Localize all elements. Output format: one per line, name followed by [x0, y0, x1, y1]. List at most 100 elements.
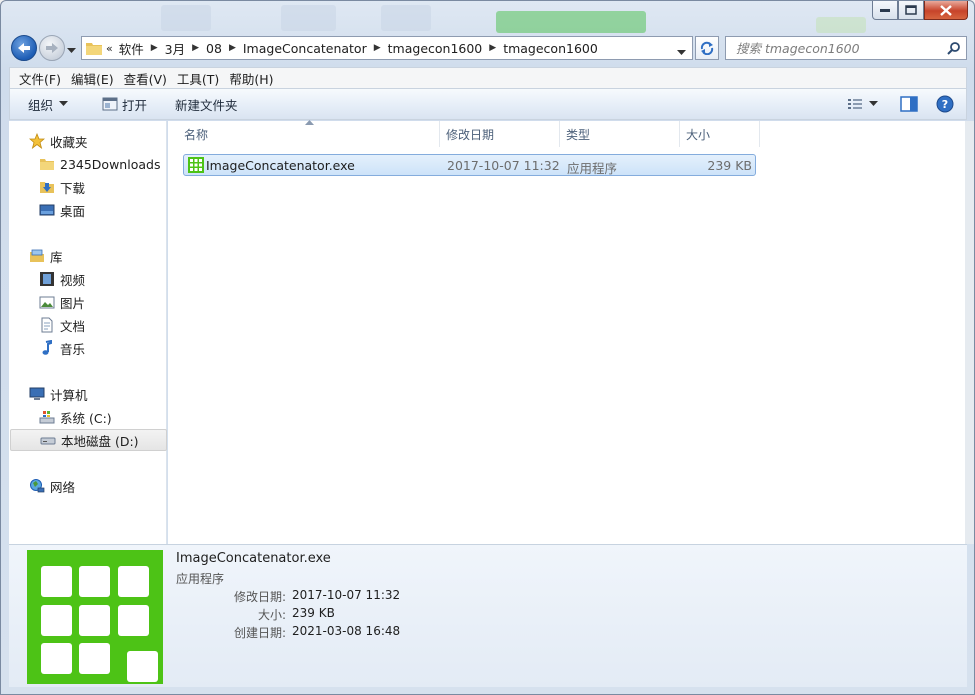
close-button[interactable] [924, 1, 968, 20]
music-note-icon [39, 340, 55, 356]
breadcrumb-item[interactable]: 软件 [119, 39, 144, 58]
nav-music[interactable]: 音乐 [39, 337, 85, 359]
chevron-down-icon [59, 101, 69, 106]
grid-cell [41, 566, 72, 597]
file-list: 名称 修改日期 类型 大小 ImageConcatenator.exe 2017… [168, 120, 967, 544]
nav-documents[interactable]: 文档 [39, 314, 85, 336]
breadcrumb-separator-icon[interactable]: ▶ [229, 43, 236, 53]
app-grid-icon [188, 157, 204, 173]
forward-button[interactable] [39, 35, 65, 61]
nav-label: 网络 [50, 479, 76, 495]
open-app-icon [102, 97, 118, 111]
nav-desktop[interactable]: 桌面 [39, 199, 85, 221]
nav-videos[interactable]: 视频 [39, 268, 85, 290]
background-blur [381, 5, 431, 31]
nav-computer[interactable]: 计算机 [29, 383, 88, 405]
column-header-type[interactable]: 类型 [560, 121, 680, 147]
grid-cell [127, 651, 158, 682]
address-bar[interactable]: « 软件 ▶ 3月 ▶ 08 ▶ ImageConcatenator ▶ tma… [81, 36, 693, 60]
title-bar [1, 1, 974, 33]
search-input[interactable] [736, 40, 936, 56]
minimize-button[interactable] [872, 1, 898, 20]
nav-2345downloads[interactable]: 2345Downloads [39, 153, 160, 175]
refresh-button[interactable] [695, 36, 719, 60]
arrow-left-icon [18, 43, 30, 53]
maximize-button[interactable] [898, 1, 924, 20]
refresh-icon [700, 41, 714, 55]
nav-label: 下载 [60, 180, 86, 196]
window-edge [965, 121, 974, 544]
file-modified: 2017-10-07 11:32 [447, 158, 560, 173]
open-button[interactable]: 打开 [102, 95, 147, 114]
details-modified-value: 2017-10-07 11:32 [292, 588, 401, 602]
grid-cell [79, 605, 110, 636]
menu-file[interactable]: 文件(F) [14, 69, 66, 88]
picture-icon [39, 294, 55, 310]
breadcrumb-item[interactable]: tmagecon1600 [503, 41, 598, 56]
navigation-pane: 收藏夹 2345Downloads 下载 桌面 库 视频 图片 文档 音乐 计算… [9, 121, 167, 544]
breadcrumb-separator-icon[interactable]: ▶ [192, 43, 199, 53]
details-size-label: 大小: [257, 608, 286, 622]
column-header-name[interactable]: 名称 [178, 121, 440, 147]
command-bar: 组织 打开 新建文件夹 ? [9, 89, 967, 120]
address-history-dropdown[interactable] [677, 45, 686, 59]
nav-drive-d[interactable]: 本地磁盘 (D:) [10, 429, 167, 451]
star-icon [29, 133, 45, 149]
window-controls [872, 1, 968, 20]
breadcrumb-item[interactable]: 3月 [165, 39, 185, 58]
desktop-icon [39, 202, 55, 218]
new-folder-button[interactable]: 新建文件夹 [175, 95, 238, 114]
breadcrumb-item[interactable]: ImageConcatenator [243, 41, 367, 56]
back-button[interactable] [11, 35, 37, 61]
nav-libraries[interactable]: 库 [29, 245, 63, 267]
column-header-modified[interactable]: 修改日期 [440, 121, 560, 147]
nav-label: 收藏夹 [50, 134, 88, 150]
close-icon [940, 4, 952, 16]
grid-cell [118, 605, 149, 636]
nav-drive-c[interactable]: 系统 (C:) [39, 406, 112, 428]
menu-view[interactable]: 查看(V) [119, 69, 172, 88]
nav-network[interactable]: 网络 [29, 475, 75, 497]
chevron-down-icon [869, 101, 878, 106]
hard-drive-icon [40, 432, 56, 448]
search-icon[interactable] [947, 41, 961, 55]
breadcrumb-item[interactable]: tmagecon1600 [388, 41, 483, 56]
file-size: 239 KB [707, 158, 752, 173]
column-header-size[interactable]: 大小 [680, 121, 760, 147]
document-icon [39, 317, 55, 333]
recent-pages-dropdown[interactable] [67, 43, 76, 57]
change-view-button[interactable] [847, 97, 878, 111]
menu-bar: 文件(F) 编辑(E) 查看(V) 工具(T) 帮助(H) [9, 67, 967, 89]
breadcrumb-separator-icon[interactable]: ▶ [489, 43, 496, 53]
nav-label: 2345Downloads [60, 156, 161, 172]
search-box[interactable] [725, 36, 967, 60]
background-blur [496, 11, 646, 33]
nav-label: 视频 [60, 272, 86, 288]
folder-icon [86, 43, 102, 55]
nav-pictures[interactable]: 图片 [39, 291, 85, 313]
menu-tools[interactable]: 工具(T) [172, 69, 224, 88]
arrow-right-icon [46, 43, 58, 53]
chevron-down-icon [67, 48, 76, 53]
view-list-icon [848, 99, 862, 109]
details-file-name: ImageConcatenator.exe [176, 551, 331, 566]
details-modified-label: 修改日期: [233, 590, 286, 604]
grid-cell [118, 566, 149, 597]
network-icon [29, 478, 45, 494]
help-icon[interactable]: ? [936, 95, 954, 113]
grid-cell [79, 566, 110, 597]
nav-favorites[interactable]: 收藏夹 [29, 130, 88, 152]
menu-edit[interactable]: 编辑(E) [66, 69, 119, 88]
organize-button[interactable]: 组织 [28, 95, 72, 114]
breadcrumb-separator-icon[interactable]: ▶ [151, 43, 158, 53]
breadcrumb-separator-icon[interactable]: ▶ [374, 43, 381, 53]
nav-label: 计算机 [50, 387, 88, 403]
preview-pane-icon[interactable] [900, 96, 918, 112]
address-overflow[interactable]: « [106, 42, 113, 55]
breadcrumb-item[interactable]: 08 [206, 41, 222, 56]
file-row[interactable]: ImageConcatenator.exe 2017-10-07 11:32 应… [183, 154, 756, 176]
menu-help[interactable]: 帮助(H) [224, 69, 278, 88]
nav-downloads[interactable]: 下载 [39, 176, 85, 198]
minimize-icon [880, 9, 890, 12]
chevron-down-icon [677, 50, 686, 55]
